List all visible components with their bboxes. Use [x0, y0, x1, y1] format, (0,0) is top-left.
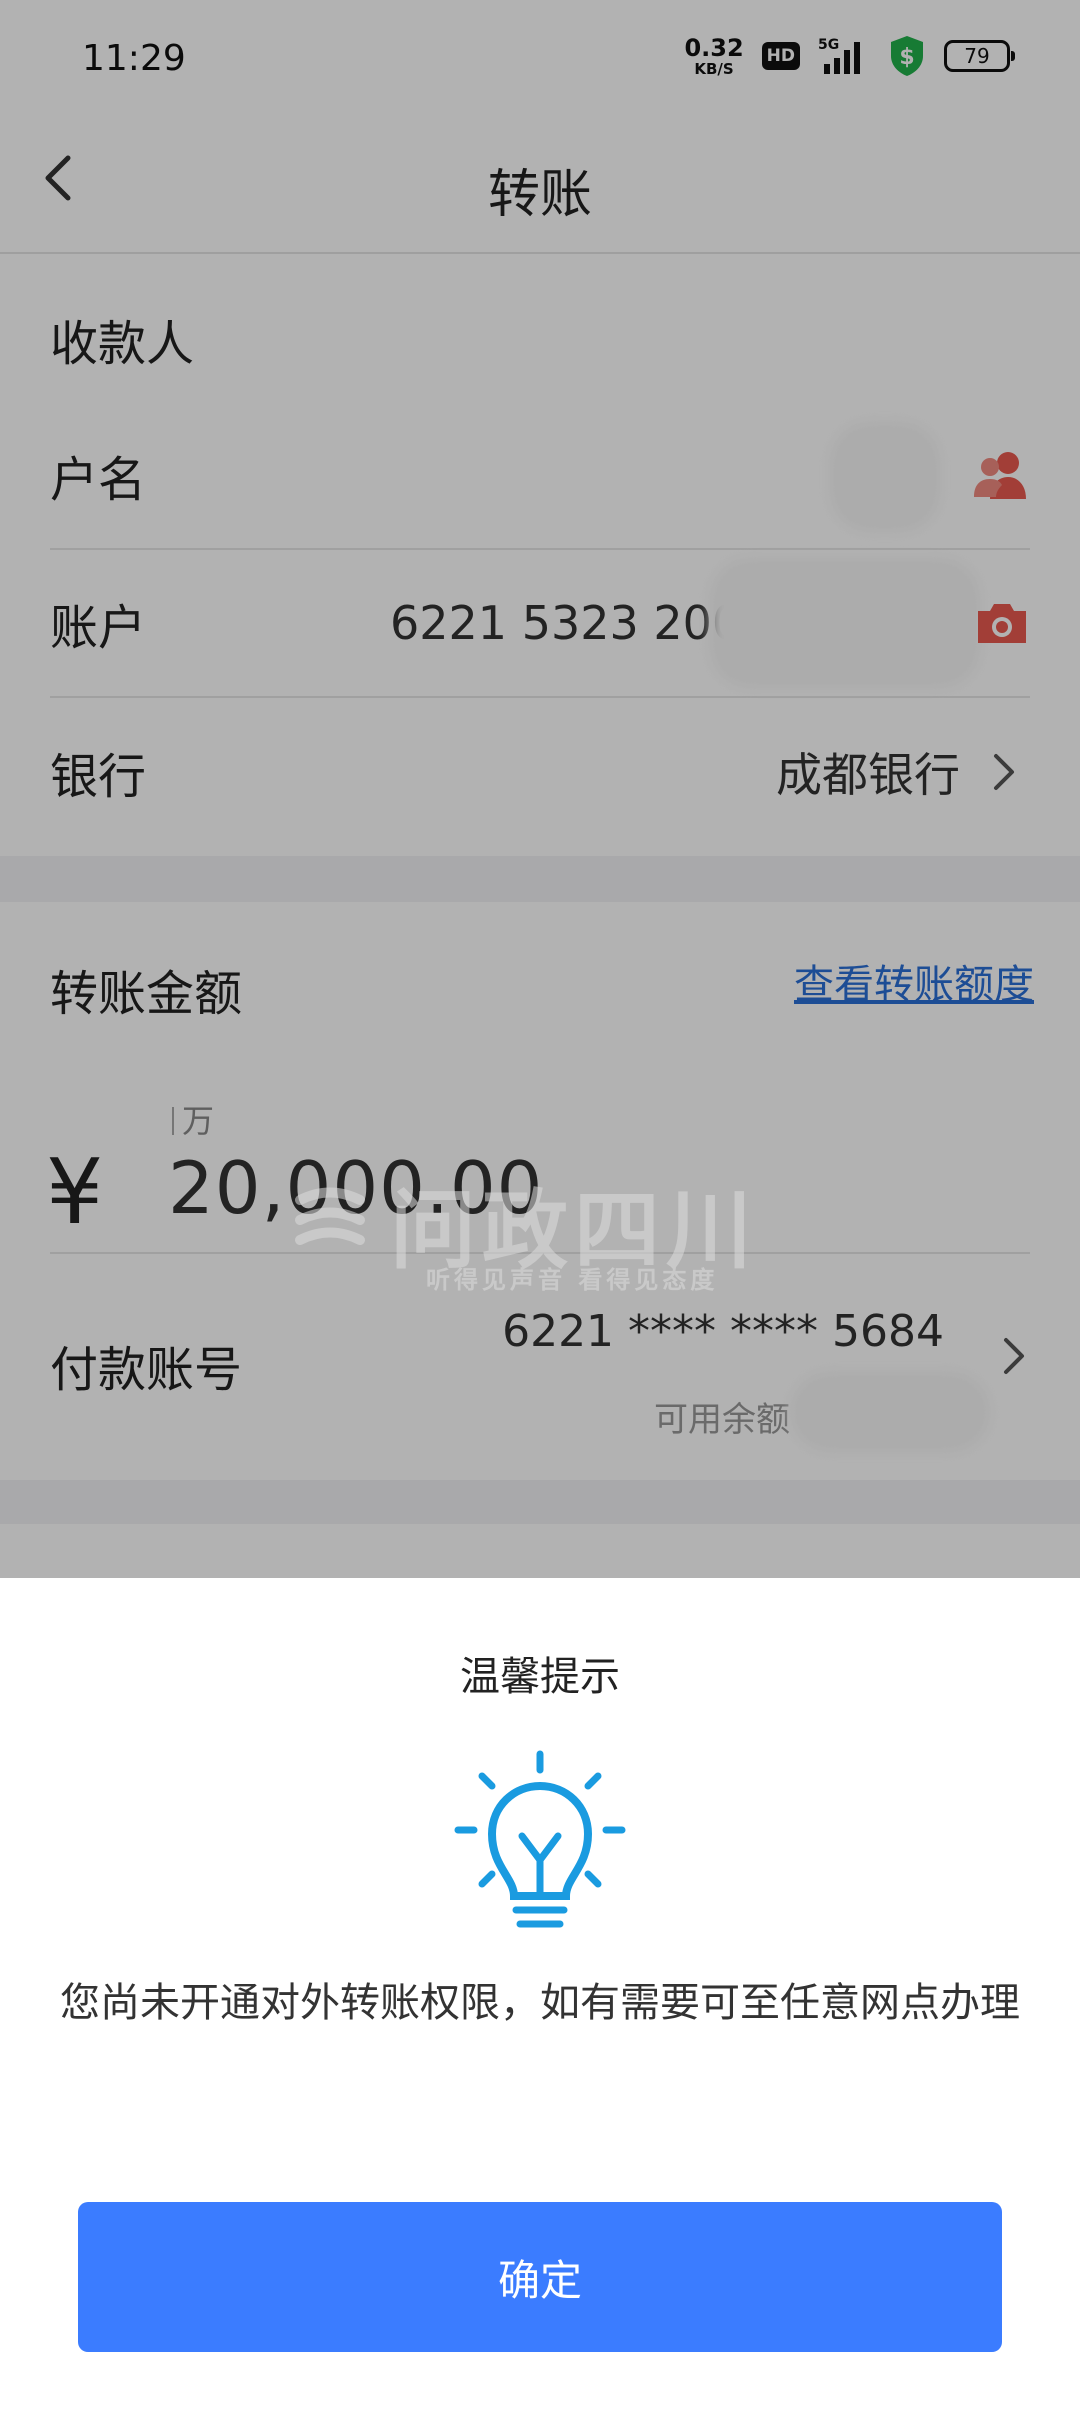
watermark-slogan: 听得见声音 看得见态度	[426, 1266, 719, 1294]
tip-dialog: 温馨提示 您尚未开通对外转账权限，如有需要可至任意网点办理 确定	[0, 1578, 1080, 2412]
modal-overlay[interactable]	[0, 0, 1080, 1578]
lightbulb-icon	[454, 1750, 626, 1928]
watermark-logo-icon	[295, 1187, 365, 1245]
watermark: 问政四川 听得见声音 看得见态度	[290, 1160, 850, 1300]
confirm-button[interactable]: 确定	[78, 2202, 1002, 2352]
dialog-title: 温馨提示	[460, 1654, 620, 1700]
dialog-message: 您尚未开通对外转账权限，如有需要可至任意网点办理	[60, 1980, 1020, 2026]
